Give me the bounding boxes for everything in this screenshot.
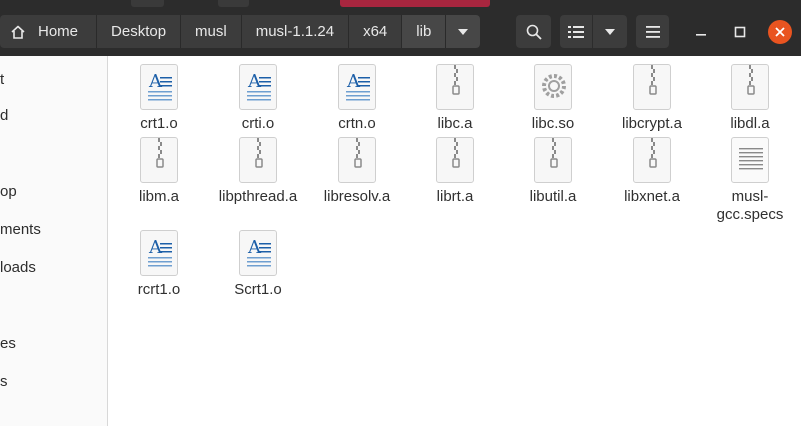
close-button[interactable] xyxy=(768,20,792,44)
tab-strip[interactable] xyxy=(131,0,164,7)
search-icon xyxy=(526,24,542,40)
breadcrumb-label: Home xyxy=(38,23,79,40)
sidebar-item-desktop[interactable]: op xyxy=(0,181,17,203)
sidebar-item-pictures[interactable]: es xyxy=(0,333,16,355)
object-file-icon: A xyxy=(239,230,277,276)
sidebar-item-videos[interactable]: s xyxy=(0,371,8,393)
breadcrumb-musl-version[interactable]: musl-1.1.24 xyxy=(241,15,350,48)
file-name: libutil.a xyxy=(529,188,577,205)
file-item[interactable]: libdl.a xyxy=(701,64,799,133)
maximize-icon xyxy=(734,26,746,38)
file-item[interactable]: Acrtn.o xyxy=(308,64,406,133)
file-name: libc.so xyxy=(531,115,575,132)
file-name: libxnet.a xyxy=(624,188,680,205)
breadcrumb: Home Desktop musl musl-1.1.24 x64 lib xyxy=(0,15,481,48)
breadcrumb-home[interactable]: Home xyxy=(0,15,98,48)
file-name: libcrypt.a xyxy=(621,115,683,132)
file-name: crt1.o xyxy=(140,115,178,132)
file-name: libdl.a xyxy=(730,115,770,132)
file-item[interactable]: libc.a xyxy=(406,64,504,133)
file-name: libresolv.a xyxy=(323,188,391,205)
file-item[interactable]: libxnet.a xyxy=(603,137,701,206)
file-item[interactable]: librt.a xyxy=(406,137,504,206)
hamburger-menu-icon xyxy=(645,25,660,38)
file-item[interactable]: A Scrt1.o xyxy=(209,230,307,299)
header-bar: Home Desktop musl musl-1.1.24 x64 lib xyxy=(0,0,801,56)
archive-icon xyxy=(731,64,769,110)
archive-icon xyxy=(436,137,474,183)
sidebar: t d op ments loads es s xyxy=(0,56,108,426)
archive-icon xyxy=(239,137,277,183)
file-item[interactable]: Arcrt1.o xyxy=(110,230,208,299)
file-item[interactable]: Acrt1.o xyxy=(110,64,208,133)
archive-icon xyxy=(338,137,376,183)
chevron-down-icon xyxy=(605,28,615,35)
sidebar-item-recent[interactable]: t xyxy=(0,69,4,91)
file-name: libpthread.a xyxy=(218,188,298,205)
object-file-icon: A xyxy=(338,64,376,110)
archive-icon xyxy=(436,64,474,110)
chevron-down-icon xyxy=(458,28,469,35)
main-menu-button[interactable] xyxy=(636,15,669,48)
tab-strip[interactable] xyxy=(218,0,249,7)
minimize-button[interactable] xyxy=(689,20,713,44)
file-item[interactable]: libcrypt.a xyxy=(603,64,701,133)
archive-icon xyxy=(534,137,572,183)
text-file-icon xyxy=(731,137,769,183)
view-options-button[interactable] xyxy=(593,15,627,48)
object-file-icon: A xyxy=(140,230,178,276)
maximize-button[interactable] xyxy=(728,20,752,44)
file-item[interactable]: musl-gcc.specs xyxy=(701,137,799,224)
file-name: libm.a xyxy=(138,188,179,205)
file-item[interactable]: libresolv.a xyxy=(308,137,406,206)
file-name: libc.a xyxy=(437,115,473,132)
list-view-icon xyxy=(568,25,584,38)
breadcrumb-desktop[interactable]: Desktop xyxy=(97,15,182,48)
breadcrumb-musl[interactable]: musl xyxy=(181,15,242,48)
file-name: librt.a xyxy=(436,188,474,205)
file-name: musl-gcc.specs xyxy=(716,188,784,223)
search-button[interactable] xyxy=(516,15,551,48)
close-icon xyxy=(775,27,785,37)
breadcrumb-x64[interactable]: x64 xyxy=(349,15,403,48)
shared-library-icon xyxy=(534,64,572,110)
home-icon xyxy=(11,25,25,39)
archive-icon xyxy=(140,137,178,183)
file-name: crtn.o xyxy=(338,115,376,132)
file-item[interactable]: libpthread.a xyxy=(209,137,307,206)
archive-icon xyxy=(633,64,671,110)
view-list-button[interactable] xyxy=(560,15,592,48)
breadcrumb-dropdown-button[interactable] xyxy=(446,15,481,48)
breadcrumb-lib[interactable]: lib xyxy=(402,15,447,48)
file-grid: Acrt1.o Acrti.o Acrtn.o libc.a libc.so libcry… xyxy=(108,56,801,426)
file-name: crti.o xyxy=(241,115,275,132)
file-item[interactable]: libutil.a xyxy=(504,137,602,206)
object-file-icon: A xyxy=(239,64,277,110)
sidebar-item-documents[interactable]: ments xyxy=(0,219,41,241)
archive-icon xyxy=(633,137,671,183)
sidebar-item-downloads[interactable]: loads xyxy=(0,257,36,279)
tab-strip-active[interactable] xyxy=(340,0,490,7)
object-file-icon: A xyxy=(140,64,178,110)
file-item[interactable]: Acrti.o xyxy=(209,64,307,133)
file-name: Scrt1.o xyxy=(234,281,282,298)
minimize-icon xyxy=(696,34,706,36)
file-item[interactable]: libm.a xyxy=(110,137,208,206)
file-item[interactable]: libc.so xyxy=(504,64,602,133)
sidebar-item-starred[interactable]: d xyxy=(0,105,8,127)
file-name: rcrt1.o xyxy=(137,281,181,298)
